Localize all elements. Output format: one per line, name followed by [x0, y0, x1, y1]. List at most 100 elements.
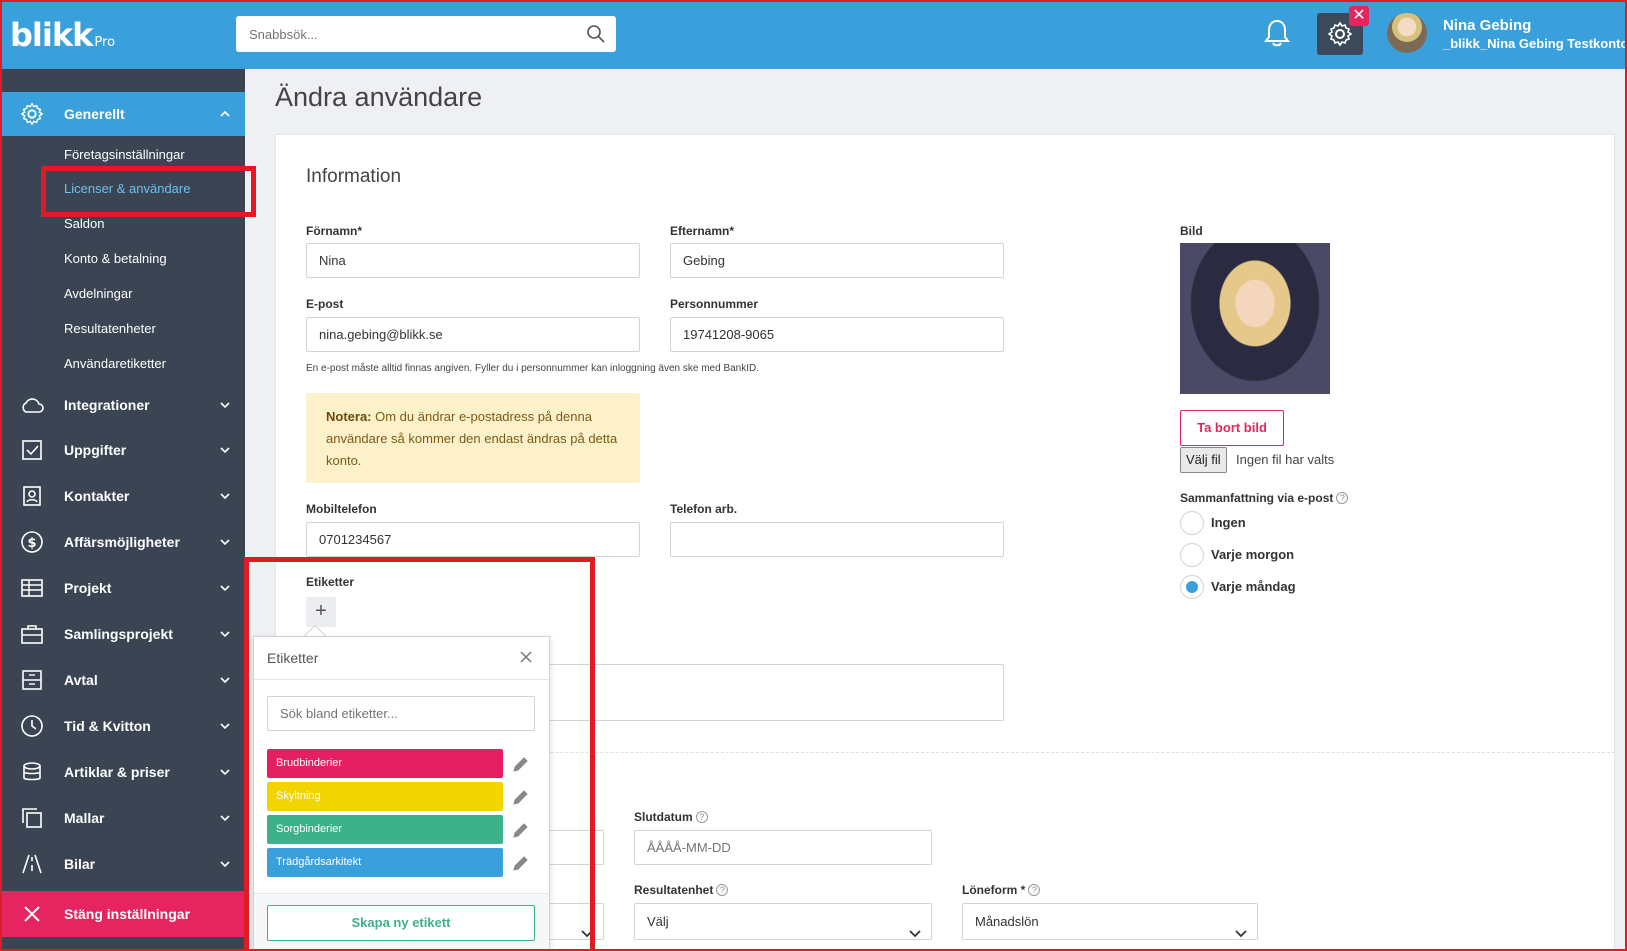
checkbox-icon: [0, 439, 64, 461]
sidebar-item-label: Affärsmöjligheter: [64, 534, 180, 550]
mobile-label: Mobiltelefon: [306, 502, 377, 516]
top-bar: blikkPro ✕ Nina Gebing _blikk_Nina Gebin…: [0, 0, 1627, 69]
chevron-down-icon: [909, 917, 921, 951]
user-name[interactable]: Nina Gebing: [1443, 17, 1531, 34]
sidebar-item-integrationer[interactable]: Integrationer: [0, 383, 245, 427]
sidebar-item-label: Tid & Kvitton: [64, 718, 151, 734]
profile-photo: [1180, 243, 1330, 394]
subitem-resultatenheter[interactable]: Resultatenheter: [64, 321, 156, 336]
svg-text:$: $: [27, 536, 36, 551]
chevron-down-icon: [219, 443, 231, 459]
close-settings-button[interactable]: Stäng inställningar: [0, 891, 245, 937]
file-status: Ingen fil har valts: [1236, 452, 1335, 467]
photo-label: Bild: [1180, 224, 1203, 238]
table-icon: [0, 578, 64, 598]
cloud-icon: [0, 395, 64, 415]
end-date-label: Slutdatum?: [634, 810, 708, 824]
sidebar-item-generellt[interactable]: Generellt: [0, 92, 245, 136]
chevron-down-icon: [219, 673, 231, 689]
radio-varje-mandag[interactable]: [1180, 575, 1204, 599]
subitem-avdelningar[interactable]: Avdelningar: [64, 286, 132, 301]
chevron-down-icon: [219, 535, 231, 551]
chevron-down-icon: [219, 489, 231, 505]
sidebar-item-label: Bilar: [64, 856, 96, 872]
sidebar-item-label: Kontakter: [64, 488, 130, 504]
sidebar-item-label: Uppgifter: [64, 442, 127, 458]
choose-file-button[interactable]: Välj fil: [1180, 447, 1227, 473]
work-phone-input[interactable]: [670, 522, 1004, 557]
subitem-saldon[interactable]: Saldon: [64, 216, 104, 231]
archive-icon: [0, 669, 64, 691]
last-name-label: Efternamn*: [670, 224, 735, 238]
chevron-down-icon: [1235, 917, 1247, 951]
chevron-down-icon: [219, 581, 231, 597]
radio-label-ingen[interactable]: Ingen: [1211, 515, 1246, 530]
copy-icon: [0, 806, 64, 830]
sidebar-item-label: Mallar: [64, 810, 105, 826]
search-icon[interactable]: [586, 24, 606, 49]
briefcase-icon: [0, 623, 64, 645]
sidebar-item-label: Projekt: [64, 580, 112, 596]
logo[interactable]: blikk Pro: [10, 16, 115, 54]
close-settings-label: Stäng inställningar: [64, 906, 191, 922]
chevron-up-icon: [219, 107, 231, 123]
sidebar-item-uppgifter[interactable]: Uppgifter: [0, 428, 245, 472]
sidebar-item-avtal[interactable]: Avtal: [0, 658, 245, 702]
mobile-input[interactable]: [306, 522, 640, 557]
section-title: Information: [306, 166, 402, 187]
dollar-icon: $: [0, 530, 64, 554]
avatar[interactable]: [1387, 13, 1427, 53]
sidebar-item-samlingsprojekt[interactable]: Samlingsprojekt: [0, 612, 245, 656]
subitem-foretagsinstallningar[interactable]: Företagsinställningar: [64, 147, 185, 162]
help-icon[interactable]: ?: [1028, 884, 1041, 896]
sidebar-item-artiklar-priser[interactable]: Artiklar & priser: [0, 750, 245, 794]
close-badge[interactable]: ✕: [1349, 6, 1369, 26]
result-unit-select[interactable]: Välj: [634, 903, 932, 940]
work-phone-label: Telefon arb.: [670, 502, 738, 516]
chevron-down-icon: [219, 719, 231, 735]
help-icon[interactable]: ?: [1336, 492, 1349, 504]
radio-label-varje-mandag[interactable]: Varje måndag: [1211, 579, 1296, 594]
sidebar-item-tid-kvitton[interactable]: Tid & Kvitton: [0, 704, 245, 748]
sidebar-item-label: Avtal: [64, 672, 98, 688]
first-name-input[interactable]: [306, 243, 640, 278]
chevron-down-icon: [219, 398, 231, 414]
first-name-label: Förnamn*: [306, 224, 363, 238]
gear-icon: [0, 102, 64, 126]
subitem-anvandaretiketter[interactable]: Användaretiketter: [64, 356, 166, 371]
salary-label: Löneform *?: [962, 883, 1041, 897]
quick-search: [236, 16, 616, 52]
bell-icon[interactable]: [1263, 18, 1291, 53]
close-icon: [0, 905, 64, 923]
radio-varje-morgon[interactable]: [1180, 543, 1204, 567]
email-input[interactable]: [306, 317, 640, 352]
help-icon[interactable]: ?: [695, 811, 708, 823]
chevron-down-icon: [219, 627, 231, 643]
ssn-label: Personnummer: [670, 297, 759, 311]
ssn-input[interactable]: [670, 317, 1004, 352]
sidebar-item-mallar[interactable]: Mallar: [0, 796, 245, 840]
highlight-box-menu: [41, 166, 256, 217]
road-icon: [0, 853, 64, 875]
search-input[interactable]: [236, 16, 566, 52]
sidebar-item-projekt[interactable]: Projekt: [0, 566, 245, 610]
sidebar-item-label: Samlingsprojekt: [64, 626, 173, 642]
page-title: Ändra användare: [275, 82, 483, 112]
remove-image-button[interactable]: Ta bort bild: [1180, 410, 1284, 446]
subitem-konto-betalning[interactable]: Konto & betalning: [64, 251, 167, 266]
salary-select[interactable]: Månadslön: [962, 903, 1258, 940]
help-icon[interactable]: ?: [716, 884, 729, 896]
coins-icon: [0, 761, 64, 783]
radio-label-varje-morgon[interactable]: Varje morgon: [1211, 547, 1294, 562]
end-date-input[interactable]: [634, 830, 932, 865]
sidebar-item-label: Integrationer: [64, 397, 150, 413]
radio-ingen[interactable]: [1180, 511, 1204, 535]
email-notice: Notera: Om du ändrar e-postadress på den…: [306, 393, 640, 483]
last-name-input[interactable]: [670, 243, 1004, 278]
email-hint: En e-post måste alltid finnas angiven. F…: [306, 363, 760, 374]
sidebar-item-affarsmojligheter[interactable]: $ Affärsmöjligheter: [0, 520, 245, 564]
chevron-down-icon: [219, 857, 231, 873]
sidebar-item-kontakter[interactable]: Kontakter: [0, 474, 245, 518]
sidebar-item-label: Generellt: [64, 106, 125, 122]
sidebar-item-bilar[interactable]: Bilar: [0, 842, 245, 886]
